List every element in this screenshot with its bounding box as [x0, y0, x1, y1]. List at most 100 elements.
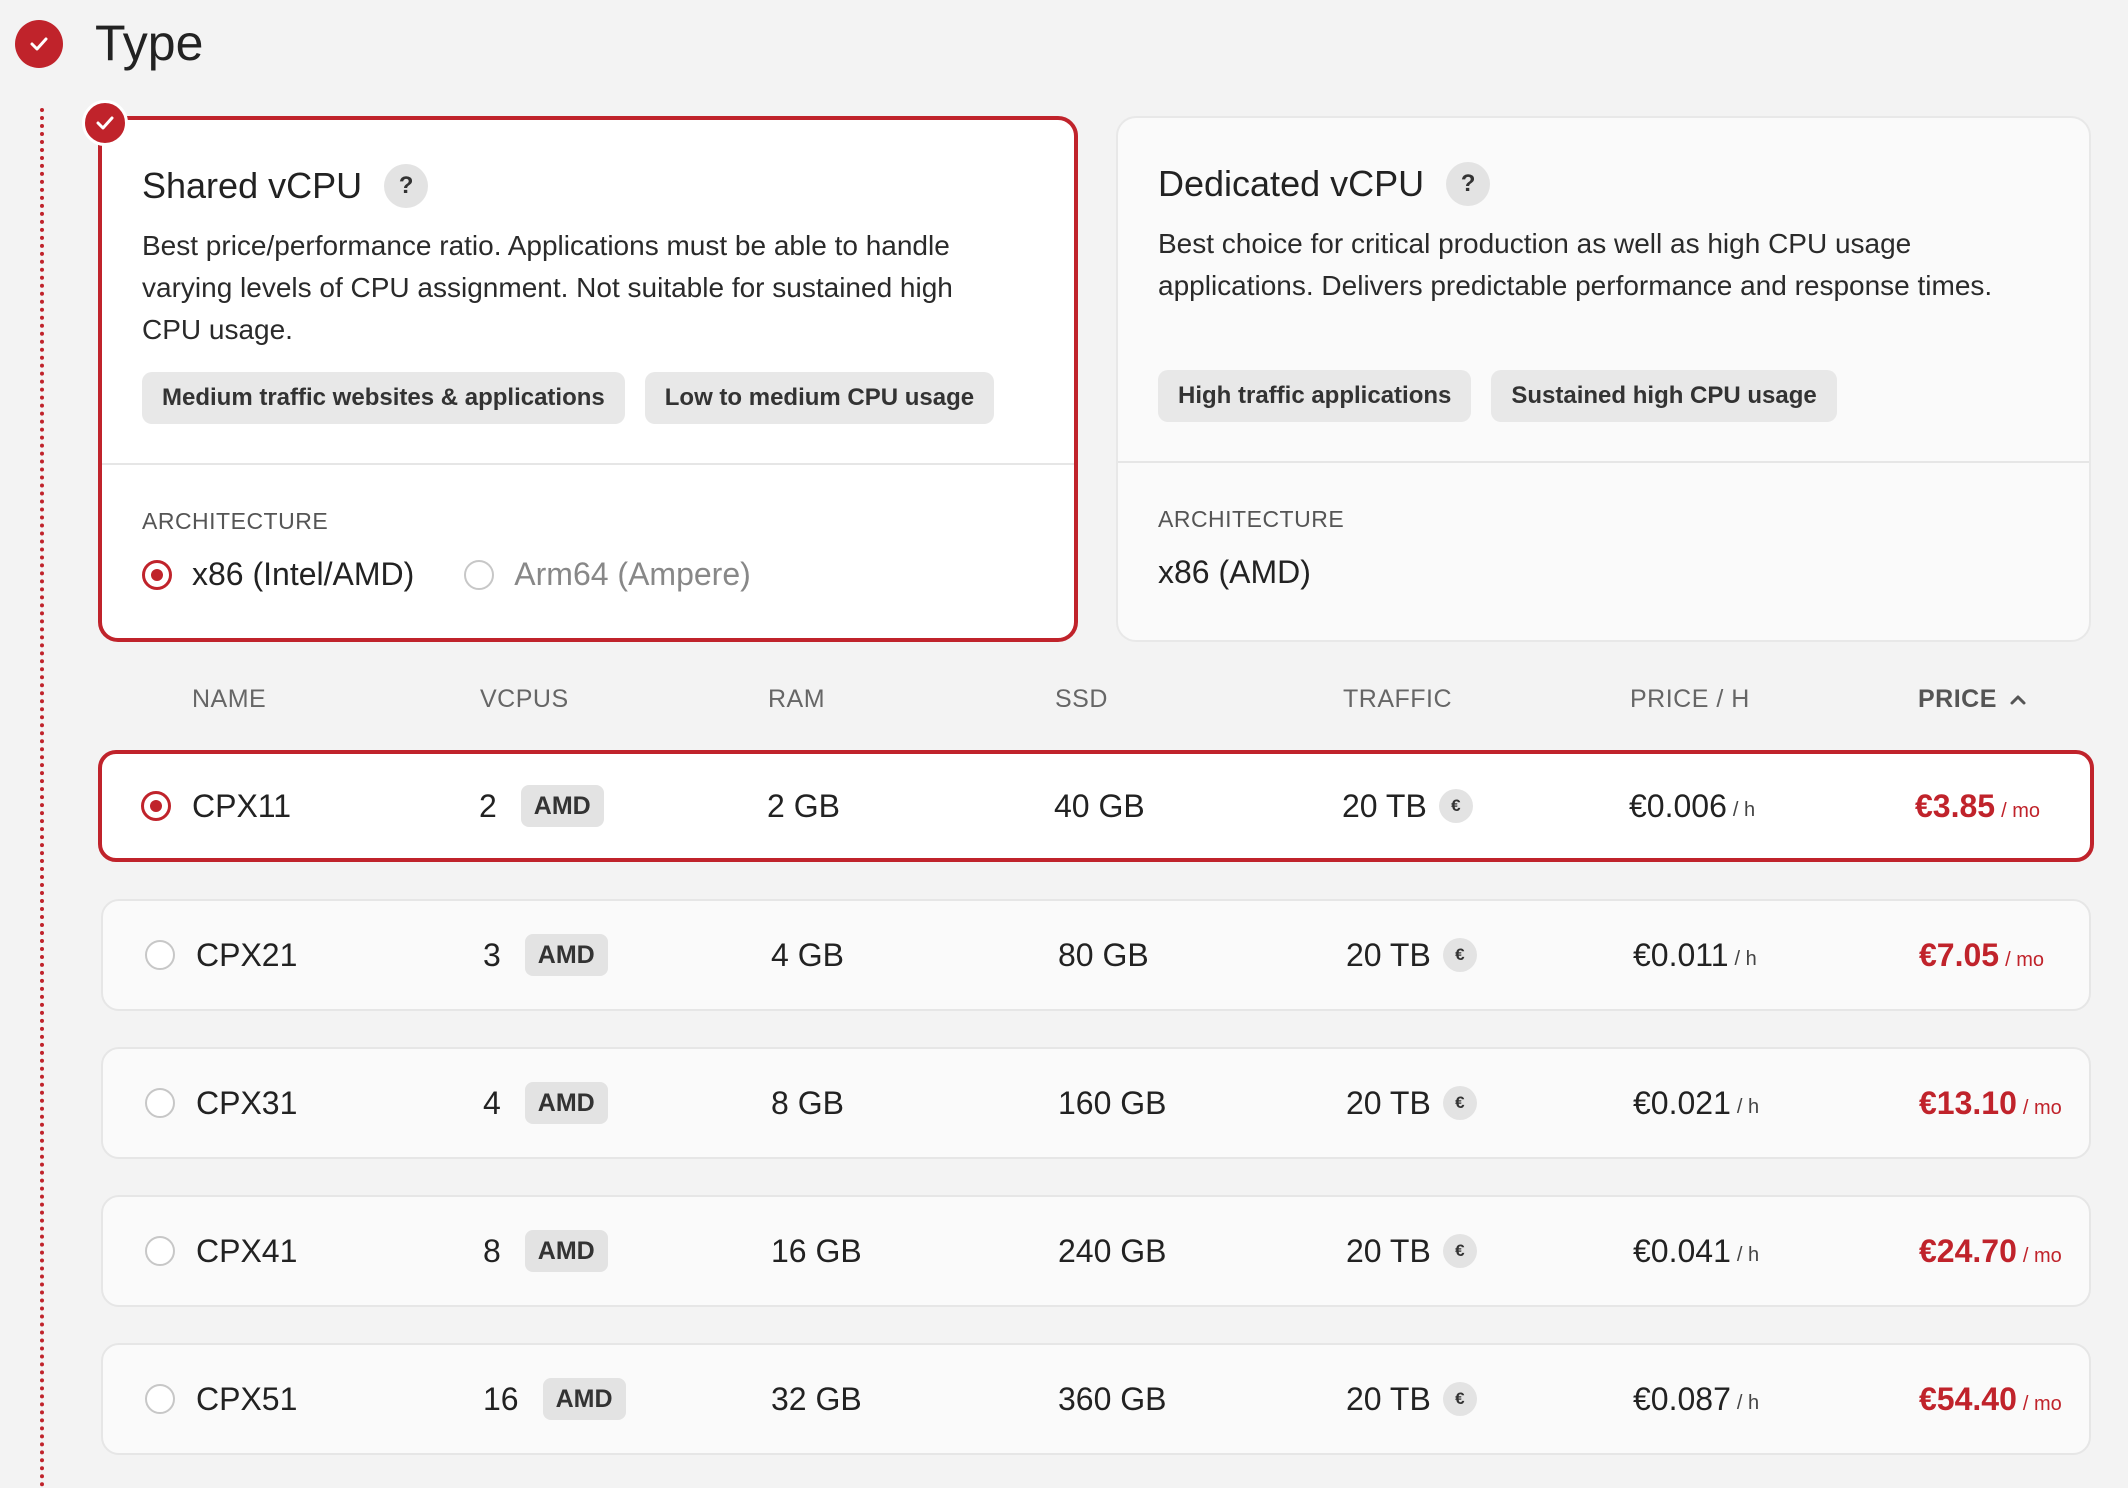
card-top-section: Dedicated vCPU ? Best choice for critica…: [1118, 118, 2089, 463]
column-header-name[interactable]: NAME: [192, 685, 266, 714]
server-row-cpx51[interactable]: CPX51 16 AMD 32 GB 360 GB 20 TB € €0.087/ h €54.…: [101, 1343, 2091, 1455]
ssd-value: 240 GB: [1058, 1232, 1167, 1269]
arch-option-label: Arm64 (Ampere): [514, 556, 751, 592]
arch-option-label: x86 (Intel/AMD): [192, 556, 415, 592]
traffic-cell: 20 TB €: [1342, 754, 1473, 858]
radio-unchecked[interactable]: [145, 1088, 175, 1118]
tag: High traffic applications: [1158, 370, 1472, 422]
server-name: CPX51: [196, 1345, 297, 1453]
server-name: CPX31: [196, 1049, 297, 1157]
card-title-text: Shared vCPU: [142, 165, 363, 206]
hour-unit: / h: [1736, 1095, 1760, 1118]
server-row-cpx41[interactable]: CPX41 8 AMD 16 GB 240 GB 20 TB € €0.041/ h €24.7…: [101, 1195, 2091, 1307]
column-header-vcpus[interactable]: VCPUS: [480, 685, 569, 714]
step-title: Type: [95, 15, 204, 71]
vcpus-cell: 3 AMD: [483, 901, 608, 1009]
vcpus-count: 3: [483, 936, 501, 973]
row-radio-cell: [145, 901, 175, 1009]
row-radio-cell: [141, 754, 171, 858]
step-complete-check-icon: [15, 20, 63, 68]
ram-value: 4 GB: [771, 936, 844, 973]
price-month-value: €7.05/ mo: [1919, 937, 2044, 974]
month-unit: / mo: [2022, 1392, 2062, 1415]
vendor-badge: AMD: [524, 1230, 608, 1272]
arch-option-arm64[interactable]: Arm64 (Ampere): [464, 556, 751, 593]
shared-vcpu-card[interactable]: Shared vCPU ? Best price/performance rat…: [98, 116, 1078, 642]
euro-icon[interactable]: €: [1442, 938, 1477, 972]
month-unit: / mo: [2005, 948, 2044, 971]
server-row-cpx31[interactable]: CPX31 4 AMD 8 GB 160 GB 20 TB € €0.021/ h €13.10…: [101, 1047, 2091, 1159]
dedicated-vcpu-card[interactable]: Dedicated vCPU ? Best choice for critica…: [1116, 116, 2091, 642]
ram-cell: 2 GB: [767, 754, 840, 858]
row-radio-cell: [145, 1197, 175, 1305]
server-row-cpx21[interactable]: CPX21 3 AMD 4 GB 80 GB 20 TB € €0.011/ h €7.05/ …: [101, 899, 2091, 1011]
price-month-text: €13.10: [1919, 1084, 2017, 1121]
traffic-value: 20 TB: [1346, 1380, 1431, 1417]
architecture-label: ARCHITECTURE: [142, 508, 329, 534]
server-row-cpx11[interactable]: CPX11 2 AMD 2 GB 40 GB 20 TB € €0.006/ h €3.85/ …: [98, 750, 2094, 862]
price-month-value: €54.40/ mo: [1919, 1381, 2062, 1418]
radio-unchecked[interactable]: [464, 559, 495, 590]
traffic-cell: 20 TB €: [1346, 1049, 1477, 1157]
ram-cell: 16 GB: [771, 1197, 862, 1305]
ssd-cell: 240 GB: [1058, 1197, 1167, 1305]
help-icon[interactable]: ?: [384, 164, 429, 208]
tag-list: High traffic applications Sustained high…: [1158, 370, 1837, 422]
arch-option-x86[interactable]: x86 (Intel/AMD): [142, 556, 414, 593]
server-name-text: CPX11: [192, 787, 292, 824]
architecture-label: ARCHITECTURE: [1158, 506, 1345, 532]
price-month-value: €24.70/ mo: [1919, 1233, 2062, 1270]
price-month-cell: €3.85/ mo: [1915, 754, 2040, 858]
help-icon[interactable]: ?: [1446, 162, 1491, 206]
column-header-price[interactable]: PRICE: [1918, 685, 2027, 714]
price-hour-value: €0.041: [1633, 1232, 1731, 1269]
radio-checked[interactable]: [142, 559, 172, 590]
vcpus-cell: 4 AMD: [483, 1049, 608, 1157]
euro-icon[interactable]: €: [1442, 1234, 1477, 1268]
architecture-value: x86 (AMD): [1158, 554, 1311, 590]
vcpus-count: 16: [483, 1380, 519, 1417]
traffic-value: 20 TB: [1342, 787, 1427, 824]
ram-cell: 4 GB: [771, 901, 844, 1009]
vendor-badge: AMD: [524, 1082, 608, 1124]
radio-unchecked[interactable]: [145, 1384, 175, 1414]
row-radio-cell: [145, 1345, 175, 1453]
column-header-ssd[interactable]: SSD: [1055, 685, 1108, 714]
euro-icon[interactable]: €: [1438, 789, 1473, 823]
card-title-text: Dedicated vCPU: [1158, 163, 1425, 204]
column-header-ram[interactable]: RAM: [768, 685, 825, 714]
price-month-text: €7.05: [1919, 936, 2000, 973]
price-hour-cell: €0.011/ h: [1633, 901, 1757, 1009]
card-title: Shared vCPU ?: [142, 164, 429, 208]
sort-ascending-icon: [2010, 695, 2026, 704]
architecture-options: x86 (Intel/AMD) Arm64 (Ampere): [142, 556, 801, 593]
traffic-cell: 20 TB €: [1346, 1345, 1477, 1453]
price-month-text: €54.40: [1919, 1380, 2017, 1417]
price-hour-cell: €0.087/ h: [1633, 1345, 1759, 1453]
column-header-price-hour[interactable]: PRICE / H: [1630, 685, 1750, 714]
hour-unit: / h: [1736, 1391, 1760, 1414]
vcpus-count: 2: [479, 787, 497, 824]
ssd-value: 40 GB: [1054, 787, 1145, 824]
card-description: Best choice for critical production as w…: [1158, 228, 1993, 301]
euro-icon[interactable]: €: [1442, 1382, 1477, 1416]
ram-value: 8 GB: [771, 1084, 844, 1121]
radio-checked[interactable]: [141, 791, 171, 821]
server-name-text: CPX41: [196, 1232, 298, 1269]
euro-icon[interactable]: €: [1442, 1086, 1477, 1120]
hour-unit: / h: [1734, 947, 1757, 970]
price-hour-cell: €0.006/ h: [1629, 754, 1755, 858]
step-progress-line: [40, 108, 44, 1488]
month-unit: / mo: [2022, 1244, 2062, 1267]
radio-unchecked[interactable]: [145, 1236, 175, 1266]
tag: Low to medium CPU usage: [644, 372, 995, 424]
radio-unchecked[interactable]: [145, 940, 175, 970]
month-unit: / mo: [2001, 799, 2040, 822]
price-hour-cell: €0.021/ h: [1633, 1049, 1759, 1157]
vendor-badge: AMD: [524, 934, 608, 976]
ssd-cell: 160 GB: [1058, 1049, 1167, 1157]
column-header-traffic[interactable]: TRAFFIC: [1343, 685, 1452, 714]
vcpus-cell: 2 AMD: [479, 754, 604, 858]
price-hour-cell: €0.041/ h: [1633, 1197, 1759, 1305]
ssd-cell: 360 GB: [1058, 1345, 1167, 1453]
